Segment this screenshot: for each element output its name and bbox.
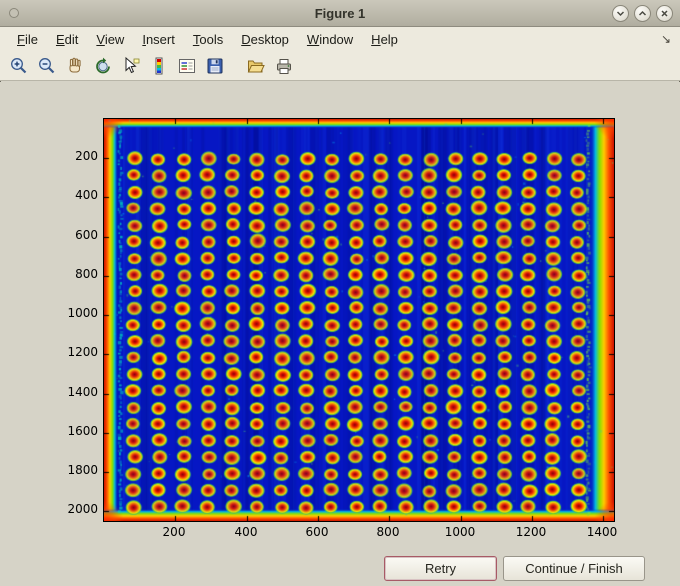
y-tick-label: 1000	[67, 306, 98, 320]
menu-desktop[interactable]: Desktop	[232, 28, 298, 51]
window-title: Figure 1	[314, 5, 366, 21]
open-file-button[interactable]	[243, 53, 268, 78]
menu-edit[interactable]: Edit	[47, 28, 87, 51]
x-tick-label: 800	[376, 525, 400, 539]
print-button[interactable]	[271, 53, 296, 78]
x-tick-label: 400	[234, 525, 258, 539]
x-tick-label: 1400	[586, 525, 618, 539]
toolbar-separator	[230, 65, 240, 66]
y-tick-label: 400	[75, 188, 98, 202]
maximize-button[interactable]	[634, 4, 651, 22]
y-tick-label: 2000	[67, 502, 98, 516]
menubar: File Edit View Insert Tools Desktop Wind…	[0, 27, 680, 51]
rotate-3d-button[interactable]	[90, 53, 115, 78]
window-controls	[612, 4, 680, 22]
menu-view[interactable]: View	[87, 28, 133, 51]
zoom-out-button[interactable]	[34, 53, 59, 78]
x-tick-label: 1200	[515, 525, 547, 539]
save-floppy-icon	[207, 58, 222, 73]
maximize-icon	[638, 10, 647, 16]
x-tick-label: 1000	[444, 525, 476, 539]
insert-legend-button[interactable]	[174, 53, 199, 78]
figure-window: { "window": { "title": "Figure 1" }, "me…	[0, 0, 680, 586]
continue-finish-button[interactable]: Continue / Finish	[503, 556, 645, 581]
minimize-icon	[616, 10, 625, 16]
menubar-corner-arrow-icon: ↘	[660, 32, 671, 46]
window-menu-icon[interactable]	[9, 8, 19, 18]
y-tick-label: 1400	[67, 385, 98, 399]
x-tick-label: 200	[162, 525, 186, 539]
figure-axes	[103, 118, 615, 522]
menu-tools[interactable]: Tools	[184, 28, 232, 51]
insert-colorbar-button[interactable]	[146, 53, 171, 78]
print-icon	[276, 58, 291, 74]
y-tick-label: 800	[75, 267, 98, 281]
open-folder-icon	[247, 60, 265, 72]
y-tick-label: 200	[75, 149, 98, 163]
data-cursor-button[interactable]	[118, 53, 143, 78]
legend-icon	[178, 58, 195, 73]
menu-insert[interactable]: Insert	[133, 28, 184, 51]
zoom-in-button[interactable]	[6, 53, 31, 78]
retry-button[interactable]: Retry	[384, 556, 497, 581]
menu-file[interactable]: File	[8, 28, 47, 51]
zoom-out-icon	[38, 57, 54, 73]
close-button[interactable]	[656, 4, 673, 22]
x-tick-label: 600	[305, 525, 329, 539]
pan-button[interactable]	[62, 53, 87, 78]
y-tick-label: 1800	[67, 463, 98, 477]
save-button[interactable]	[202, 53, 227, 78]
titlebar: Figure 1	[0, 0, 680, 27]
zoom-in-icon	[10, 57, 26, 73]
figure-content-area: 200 400 600 800 1000 1200 1400 1600 1800…	[0, 82, 680, 586]
menu-help[interactable]: Help	[362, 28, 407, 51]
close-icon	[661, 9, 668, 17]
data-cursor-icon	[125, 56, 139, 73]
figure-canvas[interactable]	[104, 119, 614, 521]
minimize-button[interactable]	[612, 4, 629, 22]
figure-toolbar	[0, 51, 680, 81]
menu-window[interactable]: Window	[298, 28, 362, 51]
y-tick-label: 600	[75, 228, 98, 242]
colorbar-icon	[155, 57, 162, 74]
y-tick-label: 1200	[67, 345, 98, 359]
y-tick-label: 1600	[67, 424, 98, 438]
pan-hand-icon	[69, 57, 81, 72]
rotate-3d-icon	[95, 57, 110, 73]
